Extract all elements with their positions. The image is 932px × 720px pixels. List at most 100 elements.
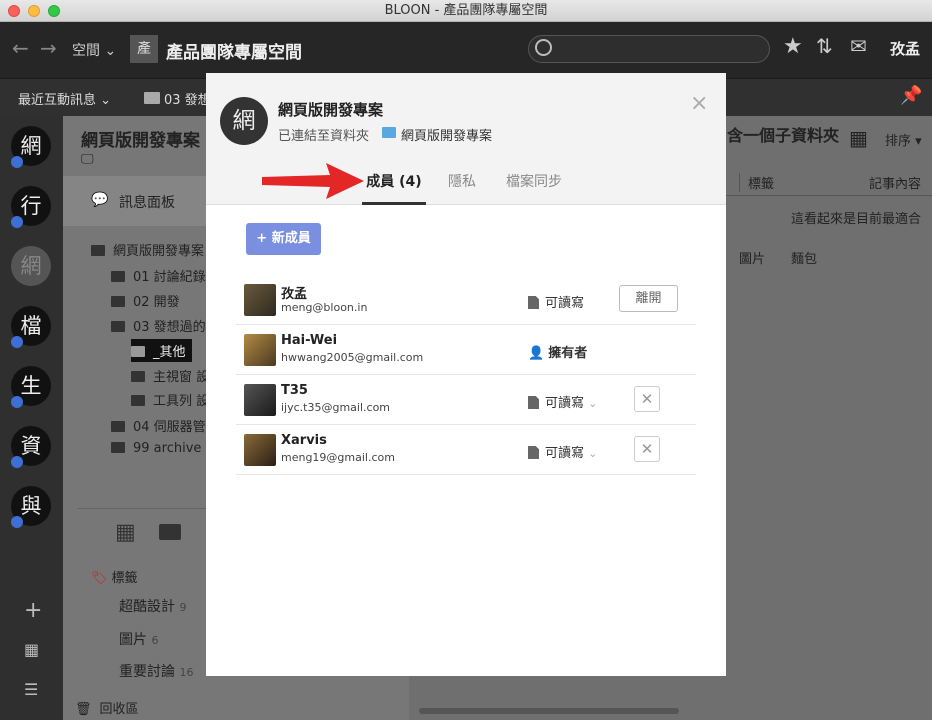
linked-folder-icon [382, 127, 396, 138]
user-name[interactable]: 孜孟 [890, 38, 920, 59]
project-avatar: 網 [220, 97, 268, 145]
space-icon: 產 [130, 35, 158, 63]
rail-avatar-6[interactable]: 資 [11, 426, 51, 468]
tag-item-3[interactable]: 重要討論 16 [119, 661, 193, 681]
tree-item-03[interactable]: 03 發想過的 [111, 316, 206, 335]
recent-messages-dropdown[interactable]: 最近互動訊息 ⌄ [18, 89, 111, 108]
window-titlebar: BLOON - 產品團隊專屬空間 [0, 0, 932, 22]
star-icon[interactable]: ★ [783, 34, 803, 59]
member-row: Hai-Wei hwwang2005@gmail.com 👤 擁有者 [236, 325, 696, 375]
tab-members[interactable]: 成員 (4) [362, 171, 426, 205]
tree-item-toolbar[interactable]: 工具列 設 [131, 390, 209, 409]
tree-item-main-window[interactable]: 主視窗 設 [131, 366, 209, 385]
monitor-icon[interactable]: 🖵 [81, 152, 94, 167]
space-rail: 網 行 網 檔 生 資 與 + ▦ ☰ [0, 116, 63, 720]
annotation-arrow [262, 163, 364, 199]
member-row: T35 ijyc.t35@gmail.com 可讀寫 ⌄ ✕ [236, 375, 696, 425]
permission-dropdown[interactable]: 可讀寫 ⌄ [528, 392, 597, 411]
space-name: 產品團隊專屬空間 [166, 43, 302, 63]
dialog-title: 網頁版開發專案 [278, 101, 384, 119]
sort-arrows-icon[interactable]: ⇅ [816, 34, 833, 58]
tags-header: 🏷 標籤 [91, 571, 138, 586]
document-edit-icon [528, 446, 539, 459]
member-email: ijyc.t35@gmail.com [281, 401, 391, 414]
chevron-down-icon: ⌄ [588, 397, 598, 410]
main-header-text: 含一個子資料夾 [727, 126, 840, 145]
linked-label: 已連結至資料夾 [278, 129, 370, 144]
mail-icon[interactable]: ✉ [850, 34, 867, 58]
close-icon[interactable]: × [690, 91, 708, 116]
grid-icon[interactable]: ▦ [24, 640, 39, 659]
member-name: T35 [281, 383, 308, 398]
members-dialog: 網 網頁版開發專案 已連結至資料夾 網頁版開發專案 × 成員 (4) 隱私 檔案… [206, 73, 726, 676]
list-icon[interactable]: ☰ [24, 680, 38, 699]
row2-content: 麵包 [791, 252, 818, 267]
add-icon[interactable]: + [24, 598, 42, 623]
tag-item-1[interactable]: 超酷設計 9 [119, 596, 186, 616]
owner-icon: 👤 [528, 346, 545, 361]
grid-view-icon[interactable]: ▦ [115, 520, 136, 545]
column-content[interactable]: 記事內容 [869, 173, 921, 192]
member-email: hwwang2005@gmail.com [281, 351, 424, 364]
tree-item-other[interactable]: _其他 [131, 339, 192, 362]
member-avatar [244, 384, 276, 416]
member-permission: 👤 擁有者 [528, 346, 588, 361]
close-icon: ✕ [640, 440, 654, 458]
rail-avatar-4[interactable]: 檔 [11, 306, 51, 348]
tab-privacy[interactable]: 隱私 [448, 171, 476, 205]
rail-avatar-3[interactable]: 網 [11, 246, 51, 286]
member-name: Xarvis [281, 433, 327, 448]
sidebar-project-title: 網頁版開發專案 [81, 131, 200, 151]
search-icon [535, 39, 552, 56]
linked-folder-name[interactable]: 網頁版開發專案 [401, 125, 492, 144]
tag-icon: 🏷 [91, 571, 108, 586]
zoom-window-button[interactable] [48, 5, 60, 17]
back-arrow-icon[interactable]: ← [12, 36, 29, 60]
message-board-label: 訊息面板 [119, 195, 175, 211]
member-row: 孜孟 meng@bloon.in 可讀寫 離開 [236, 275, 696, 325]
tree-item-01[interactable]: 01 討論紀錄 [111, 266, 206, 285]
rail-avatar-5[interactable]: 生 [11, 366, 51, 408]
member-name: 孜孟 [281, 287, 308, 302]
tree-item-root[interactable]: 網頁版開發專案 [91, 240, 204, 259]
folder-view-icon[interactable] [159, 524, 181, 540]
tab-file-sync[interactable]: 檔案同步 [506, 171, 562, 205]
trash-icon: 🗑 [75, 702, 92, 717]
window-title: BLOON - 產品團隊專屬空間 [384, 3, 548, 18]
close-icon: ✕ [640, 390, 654, 408]
tree-item-04[interactable]: 04 伺服器管 [111, 416, 206, 435]
member-email: meng19@gmail.com [281, 451, 395, 464]
app-toolbar: ← → 空間 ⌄ 產 產品團隊專屬空間 ★ ⇅ ✉ 孜孟 [0, 22, 932, 78]
column-tag[interactable]: 標籤 [739, 173, 774, 192]
member-email: meng@bloon.in [281, 301, 368, 314]
tree-item-99[interactable]: 99 archive [111, 441, 201, 456]
tree-item-02[interactable]: 02 開發 [111, 291, 180, 310]
chevron-down-icon: ⌄ [588, 447, 598, 460]
rail-avatar-7[interactable]: 與 [11, 486, 51, 528]
horizontal-scrollbar[interactable] [419, 708, 679, 714]
leave-button[interactable]: 離開 [619, 285, 678, 312]
rail-avatar-2[interactable]: 行 [11, 186, 51, 228]
rail-avatar-1[interactable]: 網 [11, 126, 51, 168]
member-name: Hai-Wei [281, 333, 338, 348]
search-input[interactable] [528, 35, 770, 63]
chat-icon: 💬 [91, 192, 109, 208]
member-avatar [244, 334, 276, 366]
pin-icon[interactable]: 📌 [900, 85, 922, 106]
remove-member-button[interactable]: ✕ [634, 436, 660, 462]
space-dropdown[interactable]: 空間 ⌄ [72, 40, 116, 60]
add-member-button[interactable]: + 新成員 [246, 223, 321, 255]
close-window-button[interactable] [8, 5, 20, 17]
permission-dropdown[interactable]: 可讀寫 ⌄ [528, 442, 597, 461]
grid-toggle-icon[interactable]: ▦ [849, 126, 868, 150]
tag-item-2[interactable]: 圖片 6 [119, 629, 158, 649]
folder-breadcrumb[interactable]: 03 發想 [164, 89, 211, 108]
sort-dropdown[interactable]: 排序 ▾ [885, 130, 922, 149]
row1-content: 這看起來是目前最適合 [791, 212, 922, 227]
trash-item[interactable]: 🗑 回收區 [75, 698, 139, 717]
remove-member-button[interactable]: ✕ [634, 386, 660, 412]
member-row: Xarvis meng19@gmail.com 可讀寫 ⌄ ✕ [236, 425, 696, 475]
minimize-window-button[interactable] [28, 5, 40, 17]
forward-arrow-icon[interactable]: → [40, 36, 57, 60]
member-permission: 可讀寫 [528, 292, 584, 311]
